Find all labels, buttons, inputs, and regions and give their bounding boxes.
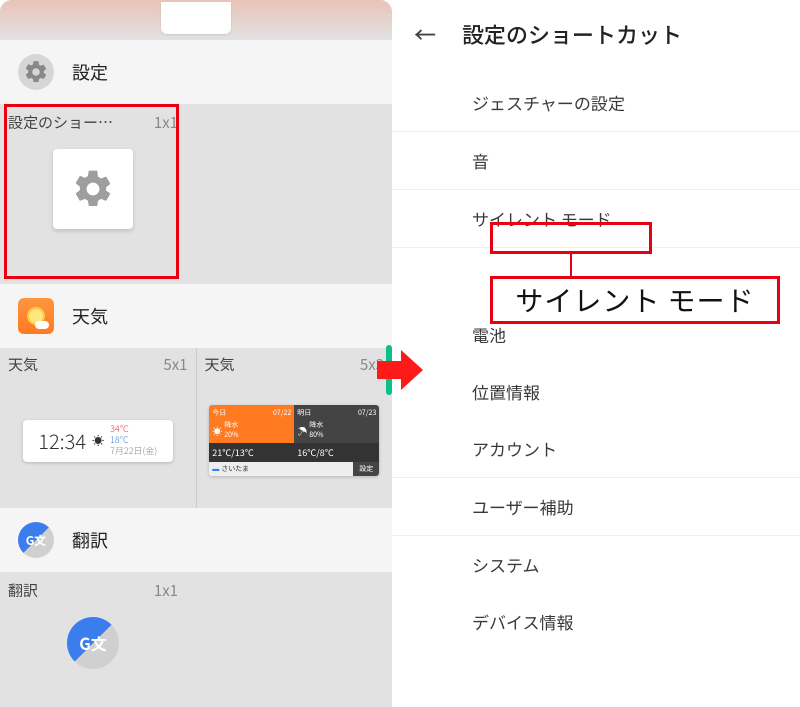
widget-settings-shortcut-size: 1x1 xyxy=(154,112,178,133)
w53-tomorrow-rain: 80% xyxy=(309,430,323,440)
widget-weather-5x3-label: 天気 xyxy=(205,354,235,375)
widget-picker-panel: 設定 設定のショー… 1x1 天気 天気 5x1 12:34 xyxy=(0,0,392,707)
settings-shortcut-list-panel: ← 設定のショートカット ジェスチャーの設定 音 サイレント モード 電池 位置… xyxy=(392,0,800,707)
page-title: 設定のショートカット xyxy=(462,18,682,50)
widget-weather-5x1-size: 5x1 xyxy=(163,354,187,375)
w53-today-tag: 今日 xyxy=(212,408,226,418)
section-header-translate[interactable]: G文 翻訳 xyxy=(0,508,392,572)
w53-settings-btn: 設定 xyxy=(353,462,379,476)
weather-5x3-preview: 今日 07/22 ☀降水20% 明日 07/23 ☂降水80% xyxy=(209,405,379,476)
annotation-arrow-icon xyxy=(377,350,427,390)
w53-today-rain: 20% xyxy=(224,430,238,440)
widget-translate[interactable]: 翻訳 1x1 G文 xyxy=(0,572,392,707)
top-icon-placeholder xyxy=(161,2,231,34)
widget-translate-size: 1x1 xyxy=(154,580,178,601)
w53-location: さいたま xyxy=(221,464,249,474)
right-header: ← 設定のショートカット xyxy=(392,0,800,74)
translate-icon-badge: G文 xyxy=(26,532,47,549)
widget-weather-5x1-label: 天気 xyxy=(8,354,38,375)
list-item-location[interactable]: 位置情報 xyxy=(392,363,800,420)
annotation-highlight-silent-small xyxy=(490,222,652,254)
list-item-system[interactable]: システム xyxy=(392,536,800,593)
annotation-highlight-silent-big: サイレント モード xyxy=(490,276,780,324)
section-header-settings[interactable]: 設定 xyxy=(0,40,392,104)
list-item-sound[interactable]: 音 xyxy=(392,132,800,190)
settings-shortcut-preview xyxy=(53,149,133,229)
section-header-weather[interactable]: 天気 xyxy=(0,284,392,348)
weather-icon xyxy=(18,298,54,334)
shortcut-list: ジェスチャーの設定 音 サイレント モード 電池 位置情報 アカウント ユーザー… xyxy=(392,74,800,650)
section-header-translate-label: 翻訳 xyxy=(72,527,108,553)
w53-tomorrow-date: 07/23 xyxy=(358,408,376,418)
list-item-account[interactable]: アカウント xyxy=(392,420,800,478)
back-arrow-icon[interactable]: ← xyxy=(414,18,436,50)
widget-weather-5x1[interactable]: 天気 5x1 12:34 ☀ 34℃ 18℃ 7月22日(金) xyxy=(0,348,197,508)
list-item-gesture[interactable]: ジェスチャーの設定 xyxy=(392,74,800,132)
list-item-accessibility[interactable]: ユーザー補助 xyxy=(392,478,800,536)
w53-today-date: 07/22 xyxy=(273,408,291,418)
weather-5x1-preview: 12:34 ☀ 34℃ 18℃ 7月22日(金) xyxy=(23,420,173,462)
weather-5x1-time: 12:34 xyxy=(38,426,86,455)
widget-settings-shortcut-label: 設定のショー… xyxy=(8,112,113,133)
weather-5x1-date: 7月22日(金) xyxy=(110,446,157,457)
w53-tomorrow-temps: 16℃/8℃ xyxy=(294,443,379,462)
translate-preview-icon: G文 xyxy=(67,617,119,669)
annotation-connector-line xyxy=(570,254,572,276)
translate-icon: G文 xyxy=(18,522,54,558)
list-item-device[interactable]: デバイス情報 xyxy=(392,593,800,650)
widget-weather-5x3[interactable]: 天気 5x3 今日 07/22 ☀降水20% xyxy=(197,348,393,508)
section-header-settings-label: 設定 xyxy=(72,59,108,85)
annotation-silent-big-label: サイレント モード xyxy=(515,280,754,320)
section-header-weather-label: 天気 xyxy=(72,303,108,329)
widget-translate-label: 翻訳 xyxy=(8,580,38,601)
top-handle-area xyxy=(0,0,392,40)
w53-tomorrow-tag: 明日 xyxy=(297,408,311,418)
gear-icon xyxy=(18,54,54,90)
weather-widgets-row: 天気 5x1 12:34 ☀ 34℃ 18℃ 7月22日(金) 天気 5x3 xyxy=(0,348,392,508)
w53-today-temps: 21℃/13℃ xyxy=(209,443,294,462)
widget-settings-shortcut[interactable]: 設定のショー… 1x1 xyxy=(0,104,392,284)
